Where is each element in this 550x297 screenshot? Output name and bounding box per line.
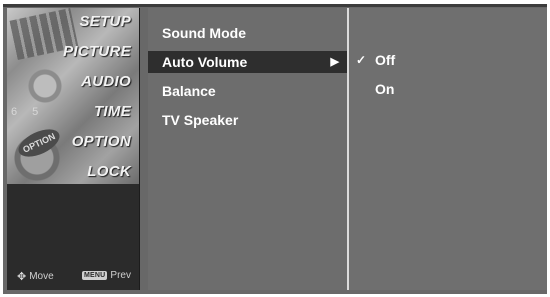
- submenu-arrow-icon: ▶: [330, 56, 339, 68]
- value-on[interactable]: On: [349, 78, 547, 100]
- value-label: On: [375, 81, 395, 97]
- value-off[interactable]: ✓ Off: [349, 49, 547, 71]
- move-hint: ✥ Move: [17, 270, 54, 283]
- value-label: Off: [375, 52, 396, 68]
- menu-key-icon: MENU: [82, 271, 108, 280]
- move-hint-label: Move: [29, 271, 54, 282]
- value-panel: ✓ Off On: [349, 8, 547, 290]
- category-option[interactable]: OPTION: [72, 133, 131, 150]
- option-label: Sound Mode: [162, 25, 246, 41]
- prev-hint: MENU Prev: [82, 270, 131, 281]
- category-time[interactable]: TIME: [94, 103, 131, 120]
- option-panel: Sound Mode Auto Volume ▶ Balance TV Spea…: [148, 8, 347, 290]
- option-label: Balance: [162, 83, 216, 99]
- option-label: Auto Volume: [162, 54, 248, 70]
- option-tv-speaker[interactable]: TV Speaker: [148, 109, 347, 131]
- option-label: TV Speaker: [162, 112, 239, 128]
- check-icon: ✓: [356, 53, 367, 67]
- category-panel: 6 5 OPTION SETUP PICTURE AUDIO TIME OPTI…: [7, 8, 140, 290]
- prev-hint-label: Prev: [110, 270, 131, 281]
- option-disc-icon: OPTION: [14, 123, 64, 163]
- clock-numbers: 6 5: [11, 106, 45, 118]
- category-artwork: 6 5 OPTION: [7, 8, 139, 184]
- move-cross-icon: ✥: [17, 271, 27, 283]
- option-sound-mode[interactable]: Sound Mode: [148, 22, 347, 44]
- category-setup[interactable]: SETUP: [79, 13, 131, 30]
- category-picture[interactable]: PICTURE: [63, 43, 131, 60]
- option-balance[interactable]: Balance: [148, 80, 347, 102]
- option-auto-volume[interactable]: Auto Volume ▶: [148, 51, 347, 73]
- category-lock[interactable]: LOCK: [87, 163, 131, 180]
- category-audio[interactable]: AUDIO: [81, 73, 131, 90]
